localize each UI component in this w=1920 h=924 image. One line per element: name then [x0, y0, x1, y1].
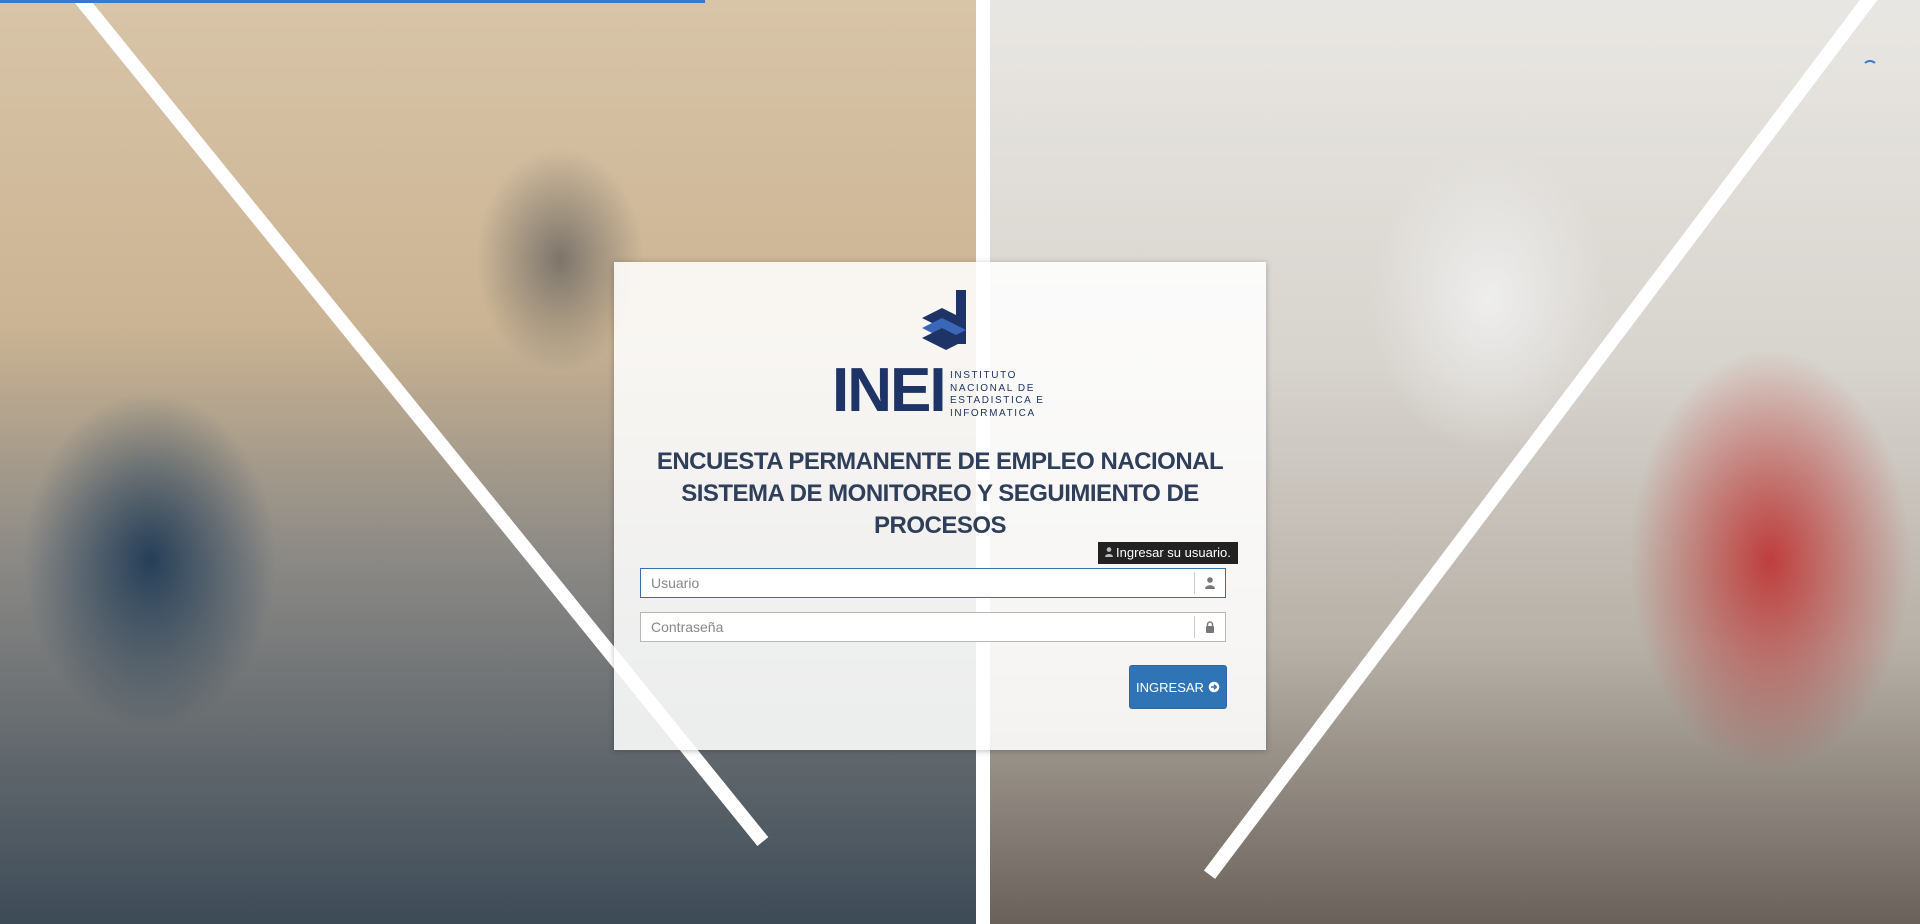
loading-spinner-icon: [1862, 60, 1878, 76]
page-title-line: SISTEMA DE MONITOREO Y SEGUIMIENTO DE: [681, 480, 1199, 507]
loading-progress-bar: [0, 0, 705, 3]
logo-subtitle-line: INFORMATICA: [950, 407, 1036, 419]
page-title-line: PROCESOS: [873, 512, 1007, 539]
username-field[interactable]: [640, 568, 1226, 598]
tooltip-text: Ingresar su usuario.: [1116, 545, 1231, 560]
user-icon: [1194, 572, 1225, 594]
login-submit-button[interactable]: INGRESAR: [1129, 665, 1227, 709]
logo-subtitle-line: INSTITUTO: [950, 370, 1017, 381]
logo-subtitle-line: ESTADISTICA E: [950, 395, 1045, 406]
submit-label: INGRESAR: [1136, 679, 1204, 695]
login-card: INEI INSTITUTO NACIONAL DE ESTADISTICA E…: [614, 262, 1266, 750]
password-field[interactable]: [640, 612, 1226, 642]
logo-subtitle: INSTITUTO NACIONAL DE ESTADISTICA E INFO…: [950, 370, 1045, 420]
logo-wordmark: INEI: [832, 356, 947, 425]
inei-logo: INEI INSTITUTO NACIONAL DE ESTADISTICA E…: [832, 290, 1057, 425]
page-title-line: ENCUESTA PERMANENTE DE EMPLEO NACIONAL: [656, 448, 1224, 475]
lock-icon: [1194, 616, 1225, 638]
logo-subtitle-line: NACIONAL DE: [950, 382, 1036, 394]
password-input[interactable]: [641, 613, 1191, 641]
user-icon: [1105, 547, 1113, 557]
username-tooltip: Ingresar su usuario.: [1098, 542, 1238, 564]
inei-logo-mark-icon: [922, 290, 966, 350]
arrow-circle-right-icon: [1208, 681, 1220, 693]
username-input[interactable]: [641, 569, 1191, 597]
page-title: ENCUESTA PERMANENTE DE EMPLEO NACIONAL S…: [614, 446, 1266, 542]
